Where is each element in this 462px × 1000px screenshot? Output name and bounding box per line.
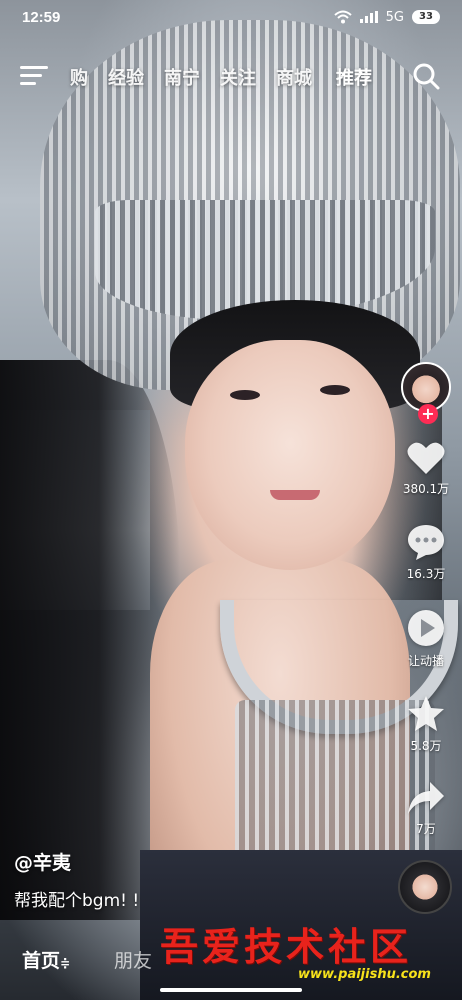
nav-friends[interactable]: 朋友 — [114, 946, 152, 973]
face — [185, 340, 395, 570]
comment-button[interactable]: 16.3万 — [406, 523, 446, 582]
favorite-button[interactable]: 5.8万 — [406, 695, 446, 754]
music-disc-icon[interactable] — [398, 860, 452, 914]
like-count: 380.1万 — [402, 482, 450, 496]
author-name[interactable]: @辛夷 — [14, 848, 71, 875]
status-icons: 5G 33 — [333, 9, 440, 25]
tab-local[interactable]: 南宁 — [164, 64, 220, 90]
play-circle-icon — [408, 610, 444, 646]
tab-following[interactable]: 关注 — [220, 64, 276, 90]
nav-home[interactable]: 首页≑ — [22, 946, 70, 973]
comment-count: 16.3万 — [406, 567, 446, 581]
right-eye — [320, 385, 350, 395]
heart-icon — [407, 442, 445, 474]
left-eye — [230, 390, 260, 400]
author-avatar[interactable]: + — [401, 362, 451, 424]
autoplay-label: 让动播 — [407, 654, 444, 668]
watermark-text: 吾爱技术社区 — [160, 924, 413, 969]
follow-button[interactable]: + — [418, 404, 438, 424]
star-icon — [408, 696, 444, 731]
tab-shop[interactable]: 购 — [70, 64, 108, 90]
status-bar: 12:59 5G 33 — [0, 0, 462, 34]
action-rail: + 380.1万 16.3万 让动播 5.8万 7万 — [398, 362, 454, 837]
favorite-count: 5.8万 — [410, 739, 442, 753]
share-arrow-icon — [408, 782, 444, 814]
status-time: 12:59 — [22, 8, 61, 26]
tab-mall[interactable]: 商城 — [276, 64, 336, 90]
home-indicator — [160, 988, 302, 992]
tab-recommend[interactable]: 推荐 — [336, 64, 392, 90]
autoplay-button[interactable]: 让动播 — [406, 608, 446, 669]
share-count: 7万 — [416, 822, 436, 836]
top-nav: 购 经验 南宁 关注 商城 推荐 — [0, 58, 462, 98]
like-button[interactable]: 380.1万 — [403, 440, 449, 497]
search-icon[interactable] — [412, 62, 440, 90]
tab-experience[interactable]: 经验 — [108, 64, 164, 90]
signal-icon — [359, 11, 378, 23]
battery-icon: 33 — [412, 10, 440, 24]
refresh-icon: ≑ — [60, 955, 71, 970]
menu-icon[interactable] — [20, 64, 48, 88]
feed-tabs: 购 经验 南宁 关注 商城 推荐 — [70, 64, 392, 90]
network-type: 5G — [385, 9, 404, 25]
share-button[interactable]: 7万 — [406, 780, 446, 837]
nav-home-label: 首页 — [22, 949, 61, 972]
mouth — [270, 490, 320, 500]
video-description[interactable]: 帮我配个bgm! ! — [14, 886, 139, 911]
watermark-url: www.paijishu.com — [298, 967, 431, 982]
comment-icon — [408, 525, 444, 560]
wifi-icon — [333, 10, 352, 24]
